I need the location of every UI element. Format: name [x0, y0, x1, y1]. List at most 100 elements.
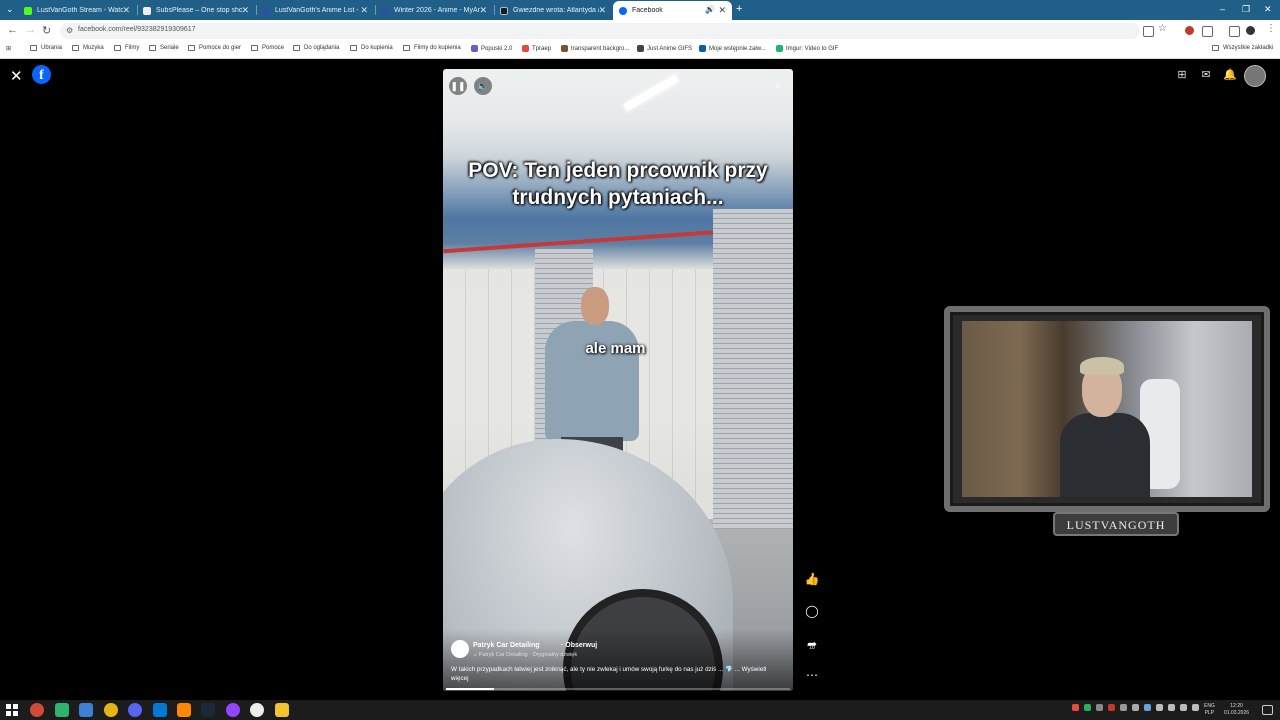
comment-icon[interactable]: ◯ — [804, 604, 820, 618]
bookmark-star-icon[interactable]: ☆ — [1158, 23, 1167, 34]
discord-app-icon[interactable] — [128, 703, 142, 717]
close-tab-icon[interactable]: ✕ — [718, 5, 726, 16]
app-icon[interactable] — [153, 703, 167, 717]
bookmark-site[interactable]: Moje wstępnie załw... — [699, 45, 766, 52]
app-icon[interactable] — [104, 703, 118, 717]
close-tab-icon[interactable]: ✕ — [122, 5, 130, 16]
bookmark-folder[interactable]: Muzyka — [72, 45, 104, 51]
tab-stargate[interactable]: Gwiezdne wrota: Atlantyda / St ✕ — [494, 1, 612, 20]
back-icon[interactable]: ← — [7, 24, 18, 36]
messenger-icon[interactable]: ✉ — [1199, 68, 1213, 82]
page-avatar[interactable] — [451, 640, 469, 658]
tab-kick[interactable]: LustVanGoth Stream - Watch Li ✕ — [18, 1, 136, 20]
menu-grid-icon[interactable]: ⊞ — [1175, 68, 1189, 82]
bookmark-site[interactable]: transparent backgro... — [561, 45, 629, 52]
tab-mal-winter[interactable]: Winter 2026 - Anime - MyAnim ✕ — [375, 1, 493, 20]
tray-icon[interactable] — [1084, 704, 1091, 711]
maximize-icon[interactable]: ❐ — [1242, 4, 1250, 15]
bookmark-folder[interactable]: Ubrania — [30, 45, 62, 51]
app-icon[interactable] — [55, 703, 69, 717]
tab-mal-list[interactable]: LustVanGoth's Anime List - My ✕ — [256, 1, 374, 20]
extension-icon[interactable] — [1185, 26, 1194, 35]
file-explorer-icon[interactable] — [275, 703, 289, 717]
bookmark-folder[interactable]: Pomoce — [251, 45, 284, 51]
more-options-icon[interactable]: ⋯ — [804, 668, 820, 682]
tab-audio-icon[interactable]: 🔊 — [705, 5, 715, 14]
bookmark-site[interactable]: Imgur: Video to GIF — [776, 45, 838, 52]
bookmark-folder[interactable]: Do kupienia — [350, 45, 393, 51]
apps-grid-icon[interactable]: ⊞ — [6, 45, 11, 52]
vlc-app-icon[interactable] — [177, 703, 191, 717]
volume-icon[interactable]: 🔈 — [474, 77, 492, 95]
share-icon[interactable]: ➦ — [804, 637, 820, 651]
wifi-icon[interactable] — [1168, 704, 1175, 711]
folder-icon — [149, 45, 156, 51]
profile-icon[interactable] — [1246, 26, 1255, 35]
url-text[interactable]: facebook.com/reel/932382919309617 — [78, 26, 196, 33]
notifications-bell-icon[interactable]: 🔔 — [1223, 68, 1237, 82]
tray-icon[interactable] — [1192, 704, 1199, 711]
bookmark-site[interactable]: Popuski 2.0 — [471, 45, 512, 52]
avatar[interactable] — [1244, 65, 1266, 87]
like-icon[interactable]: 👍 — [804, 572, 820, 586]
all-bookmarks[interactable]: Wszystkie zakładki — [1212, 45, 1273, 51]
pause-icon[interactable]: ❚❚ — [449, 77, 467, 95]
chrome-app-icon[interactable] — [30, 703, 44, 717]
notification-center-icon[interactable] — [1262, 705, 1273, 715]
system-clock[interactable]: 12:20 01.03.2026 — [1224, 703, 1249, 717]
page-name-link[interactable]: Patryk Car Detailing — [473, 642, 540, 649]
tab-facebook[interactable]: Facebook 🔊 ✕ — [613, 1, 732, 20]
reel-description[interactable]: W takich przypadkach łatwiej jest znikną… — [451, 665, 781, 683]
bookmark-label: Pomoce do gier — [199, 45, 242, 51]
search-icon[interactable]: ⌕ — [769, 77, 787, 95]
bookmark-folder[interactable]: Seriale — [149, 45, 179, 51]
close-tab-icon[interactable]: ✕ — [241, 5, 249, 16]
close-tab-icon[interactable]: ✕ — [479, 5, 487, 16]
volume-tray-icon[interactable] — [1180, 704, 1187, 711]
tray-icon[interactable] — [1132, 704, 1139, 711]
install-app-icon[interactable] — [1143, 26, 1154, 37]
bookmarks-bar: ⊞ Ubrania Muzyka Filmy Seriale Pomoce do… — [0, 42, 1280, 59]
app-icon[interactable] — [79, 703, 93, 717]
steam-app-icon[interactable] — [201, 703, 215, 717]
bookmark-label: Ubrania — [41, 45, 63, 51]
reload-icon[interactable]: ↻ — [42, 24, 51, 37]
bookmark-site[interactable]: Just Anime GIFS — [637, 45, 692, 52]
address-bar[interactable]: ⚙ facebook.com/reel/932382919309617 — [60, 23, 1140, 39]
windows-start-icon[interactable] — [6, 704, 18, 716]
new-tab-button[interactable]: + — [736, 3, 742, 15]
close-window-icon[interactable]: ✕ — [1264, 4, 1272, 15]
bookmark-folder[interactable]: Do oglądania — [293, 45, 339, 51]
tray-icon[interactable] — [1120, 704, 1127, 711]
tab-search-icon[interactable]: ⌄ — [6, 4, 14, 15]
tray-icon[interactable] — [1108, 704, 1115, 711]
tray-icon[interactable] — [1096, 704, 1103, 711]
site-info-icon[interactable]: ⚙ — [66, 26, 73, 35]
bookmark-folder[interactable]: Pomoce do gier — [188, 45, 241, 51]
extensions-puzzle-icon[interactable] — [1202, 26, 1213, 37]
minimize-icon[interactable]: – — [1220, 4, 1225, 14]
forward-icon[interactable]: → — [25, 24, 36, 36]
tab-subsplease[interactable]: SubsPlease – One stop shop fo ✕ — [137, 1, 255, 20]
tray-icon[interactable] — [1072, 704, 1079, 711]
close-tab-icon[interactable]: ✕ — [598, 5, 606, 16]
tray-icon[interactable] — [1144, 704, 1151, 711]
bookmark-site[interactable]: Tpraep — [522, 45, 551, 52]
language-indicator[interactable]: ENG PLP — [1204, 703, 1215, 717]
facebook-logo-icon[interactable]: f — [32, 65, 51, 84]
menu-kebab-icon[interactable]: ⋮ — [1266, 23, 1276, 34]
bookmark-folder[interactable]: Filmy do kupienia — [403, 45, 461, 51]
obs-app-icon[interactable] — [250, 703, 264, 717]
audio-attribution[interactable]: ♫ Patryk Car Detailing · Oryginalny dźwi… — [473, 652, 577, 658]
tray-icon[interactable] — [1156, 704, 1163, 711]
close-tab-icon[interactable]: ✕ — [360, 5, 368, 16]
folder-icon — [350, 45, 357, 51]
app-icon[interactable] — [226, 703, 240, 717]
sidebar-icon[interactable] — [1229, 26, 1240, 37]
follow-button[interactable]: · Obserwuj — [561, 642, 597, 649]
bookmark-folder[interactable]: Filmy — [114, 45, 139, 51]
video-progress-bar[interactable] — [446, 688, 790, 690]
folder-icon — [72, 45, 79, 51]
close-icon[interactable]: ✕ — [10, 67, 23, 85]
reel-video[interactable]: ❚❚ 🔈 ⌕ POV: Ten jeden prcownik przy trud… — [443, 69, 793, 691]
